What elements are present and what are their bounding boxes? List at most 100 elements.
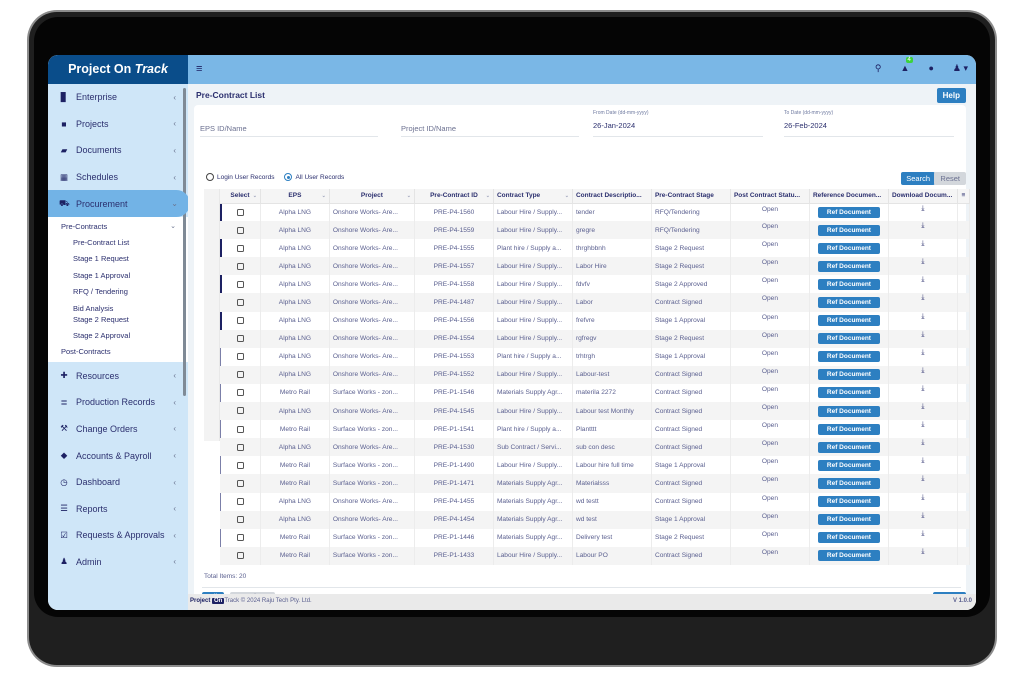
row-checkbox[interactable] [236, 335, 244, 343]
sidebar-item-admin[interactable]: ♟ Admin ‹ [48, 549, 188, 576]
radio-all-user-records[interactable]: All User Records [284, 173, 344, 181]
table-row[interactable]: Alpha LNG Onshore Works- Are... PRE-P4-155… [220, 329, 971, 348]
eps-field[interactable]: EPS ID/Name [200, 113, 378, 137]
ref-document-button[interactable]: Ref Document [817, 333, 880, 345]
radio-circle[interactable] [206, 173, 214, 181]
sidebar-item-documents[interactable]: ▰ Documents ‹ [48, 137, 188, 164]
ref-document-button[interactable]: Ref Document [817, 550, 880, 562]
hamburger-icon[interactable]: ≡ [196, 63, 202, 75]
sidebar-item-procurement[interactable]: ⛟ Procurement ⌄ [48, 190, 190, 217]
sidebar-item-requests-approvals[interactable]: ☑ Requests & Approvals ‹ [48, 522, 188, 549]
search-icon[interactable]: ⚲ [875, 63, 882, 74]
column-header-pre-contract-stage[interactable]: Pre-Contract Stage [651, 189, 731, 204]
row-checkbox[interactable] [236, 316, 244, 324]
bell-icon[interactable]: ▲ 4 [901, 57, 913, 74]
table-row[interactable]: Alpha LNG Onshore Works- Are... PRE-P4-155… [220, 257, 971, 276]
ref-document-button[interactable]: Ref Document [817, 278, 880, 290]
download-icon[interactable]: ⤓ [921, 294, 924, 301]
table-row[interactable]: Metro Rail Surface Works - zon... PRE-P1-1… [220, 420, 971, 439]
submenu-pre-contracts[interactable]: Pre-Contracts ⌄ [48, 219, 188, 235]
download-icon[interactable]: ⤓ [921, 457, 924, 464]
ref-document-button[interactable]: Ref Document [817, 369, 880, 381]
table-row[interactable]: Alpha LNG Onshore Works- Are... PRE-P4-155… [220, 275, 971, 294]
download-icon[interactable]: ⤓ [921, 385, 924, 392]
ref-document-button[interactable]: Ref Document [817, 351, 880, 363]
sidebar-item-projects[interactable]: ■ Projects ‹ [48, 111, 188, 138]
download-icon[interactable]: ⤓ [921, 222, 924, 229]
download-icon[interactable]: ⤓ [921, 548, 924, 555]
download-icon[interactable]: ⤓ [921, 530, 924, 537]
column-header-download-document[interactable]: Download Docum... [888, 189, 958, 204]
info-icon[interactable]: ● [928, 63, 933, 74]
ref-document-button[interactable]: Ref Document [817, 315, 880, 327]
ref-document-button[interactable]: Ref Document [817, 423, 880, 435]
row-checkbox[interactable] [236, 552, 244, 560]
download-icon[interactable]: ⤓ [921, 475, 924, 482]
submenu-item-stage-1-request[interactable]: Stage 1 Request [48, 251, 188, 267]
row-checkbox[interactable] [236, 407, 244, 415]
column-header-post-contract-status[interactable]: Post Contract Statu... [730, 189, 810, 204]
column-menu-icon[interactable]: ≡ [957, 189, 971, 204]
row-checkbox[interactable] [236, 208, 244, 216]
download-icon[interactable]: ⤓ [921, 439, 924, 446]
submenu-item-stage-2-approval[interactable]: Stage 2 Approval [48, 328, 188, 344]
ref-document-button[interactable]: Ref Document [817, 477, 880, 489]
submenu-item-stage-1-approval[interactable]: Stage 1 Approval [48, 268, 188, 284]
project-field[interactable]: Project ID/Name [401, 113, 579, 137]
ref-document-button[interactable]: Ref Document [817, 496, 880, 508]
download-icon[interactable]: ⤓ [921, 240, 924, 247]
row-checkbox[interactable] [236, 244, 244, 252]
sidebar-item-schedules[interactable]: ▦ Schedules ‹ [48, 164, 188, 191]
ref-document-button[interactable]: Ref Document [817, 242, 880, 254]
ref-document-button[interactable]: Ref Document [817, 297, 880, 309]
ref-document-button[interactable]: Ref Document [817, 206, 880, 218]
sidebar-item-reports[interactable]: ☰ Reports ‹ [48, 495, 188, 522]
submenu-item-bid-analysis[interactable]: Bid Analysis [48, 303, 188, 314]
download-icon[interactable]: ⤓ [921, 331, 924, 338]
row-checkbox[interactable] [236, 443, 244, 451]
column-header-project[interactable]: Project ⌄ [329, 189, 415, 204]
row-checkbox[interactable] [236, 262, 244, 270]
download-icon[interactable]: ⤓ [921, 494, 924, 501]
sidebar-item-change-orders[interactable]: ⚒ Change Orders ‹ [48, 416, 188, 443]
table-row[interactable]: Alpha LNG Onshore Works- Are... PRE-P4-145… [220, 492, 971, 511]
radio-login-user-records[interactable]: Login User Records [206, 173, 274, 181]
row-checkbox[interactable] [236, 425, 244, 433]
row-checkbox[interactable] [236, 479, 244, 487]
column-header-eps[interactable]: EPS ⌄ [260, 189, 330, 204]
table-row[interactable]: Alpha LNG Onshore Works- Are... PRE-P4-154… [220, 402, 971, 421]
row-checkbox[interactable] [236, 371, 244, 379]
table-row[interactable]: Alpha LNG Onshore Works- Are... PRE-P4-145… [220, 510, 971, 529]
download-icon[interactable]: ⤓ [921, 421, 924, 428]
row-checkbox[interactable] [236, 497, 244, 505]
download-icon[interactable]: ⤓ [921, 258, 924, 265]
submenu-item-rfq-tendering[interactable]: RFQ / Tendering [48, 284, 188, 300]
column-header-select[interactable]: Select ⌄ [220, 189, 261, 204]
table-row[interactable]: Metro Rail Surface Works - zon... PRE-P1-1… [220, 474, 971, 493]
row-checkbox[interactable] [236, 516, 244, 524]
sidebar-item-accounts-payroll[interactable]: ◆ Accounts & Payroll ‹ [48, 442, 188, 469]
row-checkbox[interactable] [236, 534, 244, 542]
table-row[interactable]: Alpha LNG Onshore Works- Are... PRE-P4-155… [220, 311, 971, 330]
user-menu[interactable]: ♟ ▾ [953, 63, 968, 74]
table-row[interactable]: Alpha LNG Onshore Works- Are... PRE-P4-148… [220, 293, 971, 312]
download-icon[interactable]: ⤓ [921, 512, 924, 519]
submenu-post-contracts[interactable]: Post-Contracts [48, 344, 188, 360]
table-row[interactable]: Alpha LNG Onshore Works- Are... PRE-P4-156… [220, 203, 971, 222]
row-checkbox[interactable] [236, 461, 244, 469]
row-checkbox[interactable] [236, 389, 244, 397]
table-row[interactable]: Alpha LNG Onshore Works- Are... PRE-P4-155… [220, 347, 971, 366]
download-icon[interactable]: ⤓ [921, 403, 924, 410]
row-checkbox[interactable] [236, 280, 244, 288]
table-row[interactable]: Alpha LNG Onshore Works- Are... PRE-P4-155… [220, 239, 971, 258]
ref-document-button[interactable]: Ref Document [817, 405, 880, 417]
sidebar-item-production-records[interactable]: ≣ Production Records ‹ [48, 389, 188, 416]
download-icon[interactable]: ⤓ [921, 205, 924, 212]
table-row[interactable]: Metro Rail Surface Works - zon... PRE-P1-1… [220, 383, 971, 403]
sidebar-item-resources[interactable]: ✚ Resources ‹ [48, 362, 188, 389]
table-row[interactable]: Metro Rail Surface Works - zon... PRE-P1-1… [220, 546, 971, 565]
ref-document-button[interactable]: Ref Document [817, 224, 880, 236]
brand-logo[interactable]: Project On Track [48, 55, 188, 84]
download-icon[interactable]: ⤓ [921, 313, 924, 320]
column-header-reference-document[interactable]: Reference Documen... [809, 189, 889, 204]
